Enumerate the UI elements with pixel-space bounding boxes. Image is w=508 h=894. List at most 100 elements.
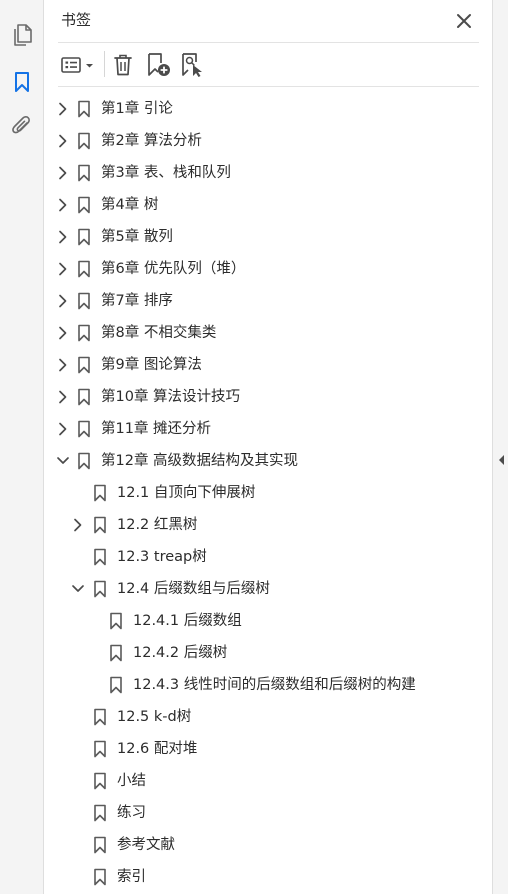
bookmark-item[interactable]: 12.6 配对堆 (0, 733, 480, 765)
bookmark-item[interactable]: 第11章 摊还分析 (0, 413, 480, 445)
bookmark-icon (77, 452, 91, 470)
pages-icon[interactable] (8, 21, 36, 49)
chevron-right-icon[interactable] (56, 389, 70, 405)
bookmark-label: 索引 (117, 869, 146, 885)
bookmark-label: 第11章 摊还分析 (101, 421, 212, 437)
bookmark-icon (109, 612, 123, 630)
bookmark-item[interactable]: 第7章 排序 (0, 285, 480, 317)
bookmark-item[interactable]: 索引 (0, 861, 480, 893)
bookmark-label: 第1章 引论 (101, 101, 173, 117)
collapse-panel-icon[interactable] (497, 452, 505, 466)
bookmark-item[interactable]: 第3章 表、栈和队列 (0, 157, 480, 189)
options-menu-button[interactable] (59, 52, 97, 78)
bookmark-label: 第12章 高级数据结构及其实现 (101, 453, 299, 469)
bookmark-icon (77, 260, 91, 278)
bookmark-icon (93, 548, 107, 566)
chevron-right-icon[interactable] (56, 325, 70, 341)
bookmark-icon (77, 196, 91, 214)
bookmark-icon (93, 836, 107, 854)
bookmark-item[interactable]: 第6章 优先队列（堆） (0, 253, 480, 285)
chevron-right-icon[interactable] (56, 165, 70, 181)
options-menu-icon (61, 57, 93, 73)
bookmark-label: 第8章 不相交集类 (101, 325, 217, 341)
bookmark-item[interactable]: 12.4.2 后缀树 (0, 637, 480, 669)
bookmark-icon (109, 644, 123, 662)
bookmark-icon (93, 580, 107, 598)
new-bookmark-button[interactable] (146, 52, 172, 78)
bookmark-icon (77, 228, 91, 246)
bookmark-label: 12.4.3 线性时间的后缀数组和后缀树的构建 (133, 677, 416, 693)
chevron-right-icon[interactable] (56, 357, 70, 373)
bookmark-item[interactable]: 第9章 图论算法 (0, 349, 480, 381)
chevron-right-icon[interactable] (56, 133, 70, 149)
bookmark-label: 12.4.1 后缀数组 (133, 613, 242, 629)
chevron-right-icon[interactable] (56, 101, 70, 117)
bookmark-icon (77, 420, 91, 438)
bookmark-icon (93, 484, 107, 502)
bookmark-icon (77, 164, 91, 182)
bookmark-label: 12.4.2 后缀树 (133, 645, 228, 661)
bookmark-item[interactable]: 第8章 不相交集类 (0, 317, 480, 349)
bookmark-item[interactable]: 第10章 算法设计技巧 (0, 381, 480, 413)
delete-bookmark-icon (114, 54, 132, 76)
header-divider (58, 42, 479, 43)
bookmark-label: 第6章 优先队列（堆） (101, 261, 246, 277)
delete-bookmark-button[interactable] (111, 52, 135, 78)
bookmark-label: 第7章 排序 (101, 293, 173, 309)
bookmark-item[interactable]: 12.3 treap树 (0, 541, 480, 573)
bookmark-item[interactable]: 第1章 引论 (0, 93, 480, 125)
bookmark-icon (77, 132, 91, 150)
bookmark-item[interactable]: 第5章 散列 (0, 221, 480, 253)
bookmark-item[interactable]: 第12章 高级数据结构及其实现 (0, 445, 480, 477)
bookmark-icon (77, 292, 91, 310)
bookmark-icon (93, 772, 107, 790)
bookmark-icon (77, 324, 91, 342)
bookmark-item[interactable]: 12.4 后缀数组与后缀树 (0, 573, 480, 605)
chevron-right-icon[interactable] (71, 517, 85, 533)
bookmark-item[interactable]: 第4章 树 (0, 189, 480, 221)
bookmark-item[interactable]: 12.2 红黑树 (0, 509, 480, 541)
bookmark-icon (77, 100, 91, 118)
chevron-right-icon[interactable] (56, 229, 70, 245)
bookmark-item[interactable]: 12.4.3 线性时间的后缀数组和后缀树的构建 (0, 669, 480, 701)
bookmark-label: 第5章 散列 (101, 229, 173, 245)
bookmark-label: 练习 (117, 805, 146, 821)
bookmark-label: 12.3 treap树 (117, 549, 207, 565)
bookmark-label: 第9章 图论算法 (101, 357, 202, 373)
bookmark-label: 12.2 红黑树 (117, 517, 198, 533)
bookmark-item[interactable]: 参考文献 (0, 829, 480, 861)
bookmark-label: 12.1 自顶向下伸展树 (117, 485, 256, 501)
bookmark-item[interactable]: 第2章 算法分析 (0, 125, 480, 157)
right-panel-edge (492, 0, 508, 894)
bookmark-label: 12.4 后缀数组与后缀树 (117, 581, 270, 597)
bookmark-item[interactable]: 12.4.1 后缀数组 (0, 605, 480, 637)
bookmark-label: 第4章 树 (101, 197, 159, 213)
bookmark-icon (109, 676, 123, 694)
bookmark-item[interactable]: 12.5 k-d树 (0, 701, 480, 733)
chevron-right-icon[interactable] (56, 261, 70, 277)
toolbar-divider (58, 86, 479, 87)
bookmark-label: 第3章 表、栈和队列 (101, 165, 231, 181)
bookmarks-icon[interactable] (8, 68, 36, 96)
bookmark-label: 第2章 算法分析 (101, 133, 202, 149)
bookmark-item[interactable]: 小结 (0, 765, 480, 797)
bookmark-icon (77, 388, 91, 406)
chevron-down-icon[interactable] (56, 453, 70, 469)
bookmark-icon (93, 868, 107, 886)
find-bookmark-button[interactable] (180, 52, 206, 78)
bookmark-label: 第10章 算法设计技巧 (101, 389, 241, 405)
bookmark-icon (93, 804, 107, 822)
bookmark-icon (93, 516, 107, 534)
bookmark-label: 12.6 配对堆 (117, 741, 198, 757)
panel-title: 书签 (61, 11, 92, 29)
toolbar-separator (104, 51, 105, 77)
bookmark-item[interactable]: 练习 (0, 797, 480, 829)
chevron-right-icon[interactable] (56, 197, 70, 213)
close-icon[interactable] (455, 12, 473, 30)
find-bookmark-icon (182, 53, 202, 77)
bookmark-item[interactable]: 12.1 自顶向下伸展树 (0, 477, 480, 509)
bookmark-label: 12.5 k-d树 (117, 709, 192, 725)
chevron-right-icon[interactable] (56, 293, 70, 309)
chevron-right-icon[interactable] (56, 421, 70, 437)
chevron-down-icon[interactable] (71, 581, 85, 597)
